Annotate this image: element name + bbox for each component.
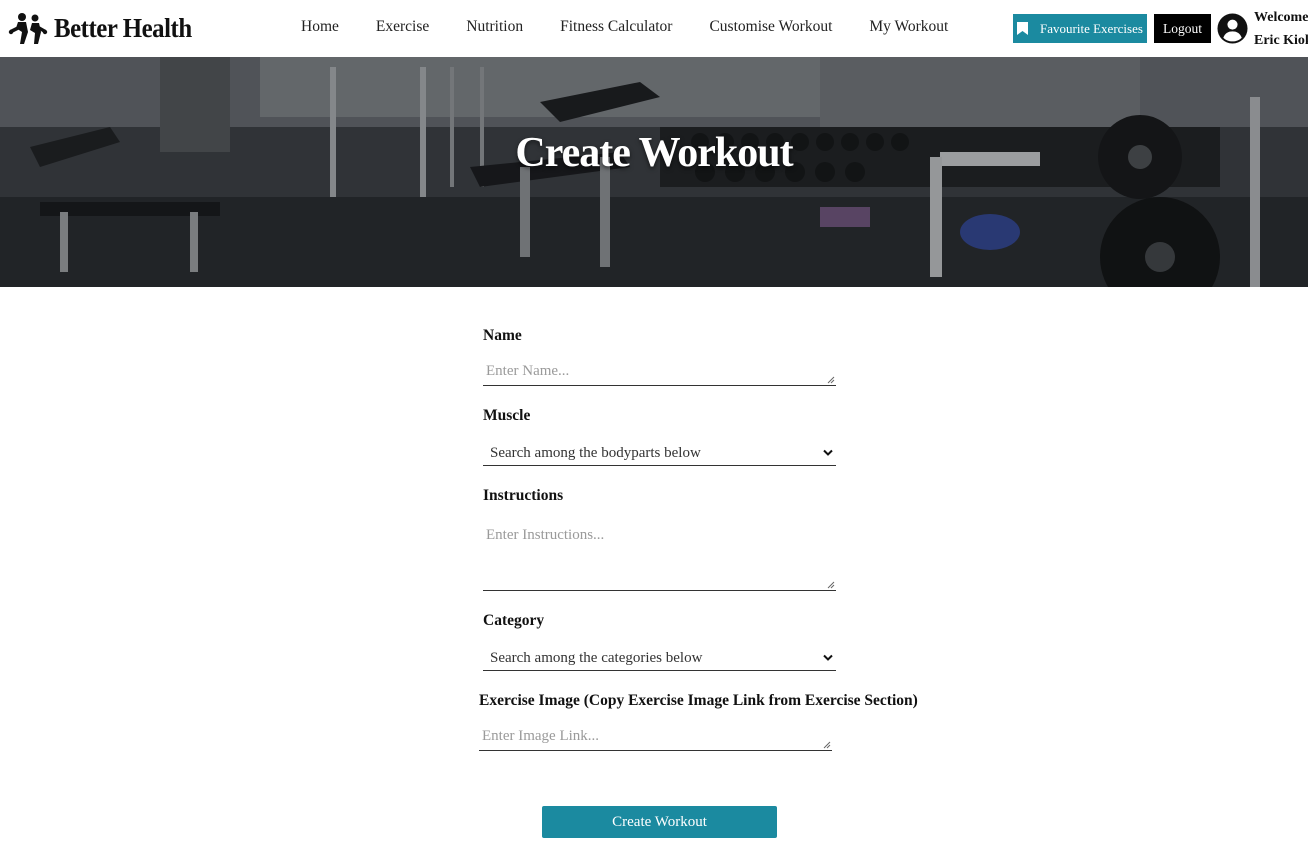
category-select[interactable]: Search among the categories below [483,646,836,671]
user-circle-icon[interactable] [1217,13,1248,44]
muscle-label: Muscle [483,407,531,424]
category-label: Category [483,612,545,629]
nav-fitness-calculator[interactable]: Fitness Calculator [560,18,672,36]
welcome-line: Welcome [1254,10,1308,25]
brand-logo[interactable]: Better Health [8,10,204,46]
people-logo-icon [8,13,48,44]
nav-customise-workout[interactable]: Customise Workout [709,18,832,36]
chevron-down-icon [823,654,833,661]
instructions-label: Instructions [483,487,564,504]
hero-banner: Create Workout [0,57,1308,287]
nav-my-workout[interactable]: My Workout [869,18,948,36]
bookmark-icon [1017,22,1029,35]
resize-grip-icon[interactable] [827,581,835,589]
chevron-down-icon [823,449,833,456]
nav-exercise[interactable]: Exercise [376,18,429,36]
username: Eric Kioko [1254,33,1308,48]
nav-home[interactable]: Home [301,18,339,36]
image-label: Exercise Image (Copy Exercise Image Link… [479,692,918,709]
welcome-text: Welcome Eric Kioko [1254,6,1308,52]
nav-nutrition[interactable]: Nutrition [466,18,523,36]
muscle-select-value: Search among the bodyparts below [490,444,701,461]
favourite-exercises-label: Favourite Exercises [1040,20,1143,36]
name-label: Name [483,327,522,344]
resize-grip-icon[interactable] [823,741,831,749]
nav-links: Home Exercise Nutrition Fitness Calculat… [301,18,985,36]
name-field[interactable] [483,363,836,386]
instructions-field[interactable] [483,527,836,591]
create-workout-button[interactable]: Create Workout [542,806,777,838]
resize-grip-icon[interactable] [827,376,835,384]
image-link-field[interactable] [479,728,832,751]
category-select-value: Search among the categories below [490,649,703,666]
brand-name: Better Health [54,12,192,43]
logout-button[interactable]: Logout [1154,14,1211,43]
page-title: Create Workout [515,130,793,176]
favourite-exercises-button[interactable]: Favourite Exercises [1013,14,1147,43]
muscle-select[interactable]: Search among the bodyparts below [483,441,836,466]
navbar: Better Health Home Exercise Nutrition Fi… [0,0,1308,57]
